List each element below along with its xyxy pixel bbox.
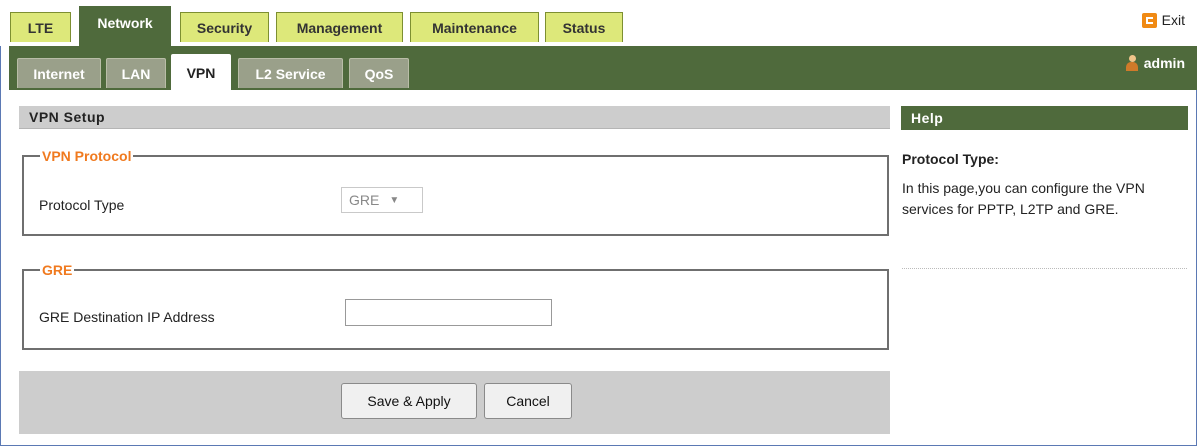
vpn-protocol-group: VPN Protocol [22, 148, 889, 236]
protocol-type-label: Protocol Type [39, 197, 125, 213]
tab-management[interactable]: Management [276, 12, 403, 42]
subtab-lan[interactable]: LAN [106, 58, 166, 88]
vpn-protocol-legend: VPN Protocol [42, 148, 132, 164]
exit-icon [1141, 12, 1157, 28]
exit-label: Exit [1161, 12, 1185, 28]
subtab-l2-service[interactable]: L2 Service [238, 58, 343, 88]
user-indicator: admin [1125, 55, 1185, 71]
tab-maintenance[interactable]: Maintenance [410, 12, 539, 42]
gre-dest-ip-label: GRE Destination IP Address [39, 309, 215, 325]
save-apply-button[interactable]: Save & Apply [341, 383, 477, 419]
protocol-type-value: GRE [349, 192, 380, 208]
subtab-internet[interactable]: Internet [17, 58, 101, 88]
tab-network[interactable]: Network [79, 6, 171, 46]
help-text: In this page,you can configure the VPN s… [902, 180, 1145, 217]
top-nav-bar: LTE Network Security Management Maintena… [0, 0, 1197, 46]
user-icon [1125, 55, 1138, 71]
subtab-qos[interactable]: QoS [349, 58, 409, 88]
tab-security[interactable]: Security [180, 12, 269, 42]
section-title: VPN Setup [19, 106, 890, 129]
gre-legend: GRE [42, 262, 73, 278]
help-divider [902, 268, 1187, 269]
exit-button[interactable]: Exit [1141, 12, 1185, 28]
help-title: Protocol Type: [902, 151, 999, 167]
user-label: admin [1143, 55, 1185, 71]
cancel-button[interactable]: Cancel [484, 383, 572, 419]
subtab-vpn[interactable]: VPN [171, 54, 231, 90]
help-header: Help [901, 106, 1188, 130]
tab-status[interactable]: Status [545, 12, 623, 42]
sub-nav-bar: Internet LAN VPN L2 Service QoS admin [9, 46, 1197, 90]
protocol-type-select[interactable]: GRE ▼ [341, 187, 423, 213]
gre-dest-ip-input[interactable] [345, 299, 552, 326]
chevron-down-icon: ▼ [389, 194, 400, 206]
tab-lte[interactable]: LTE [10, 12, 71, 42]
